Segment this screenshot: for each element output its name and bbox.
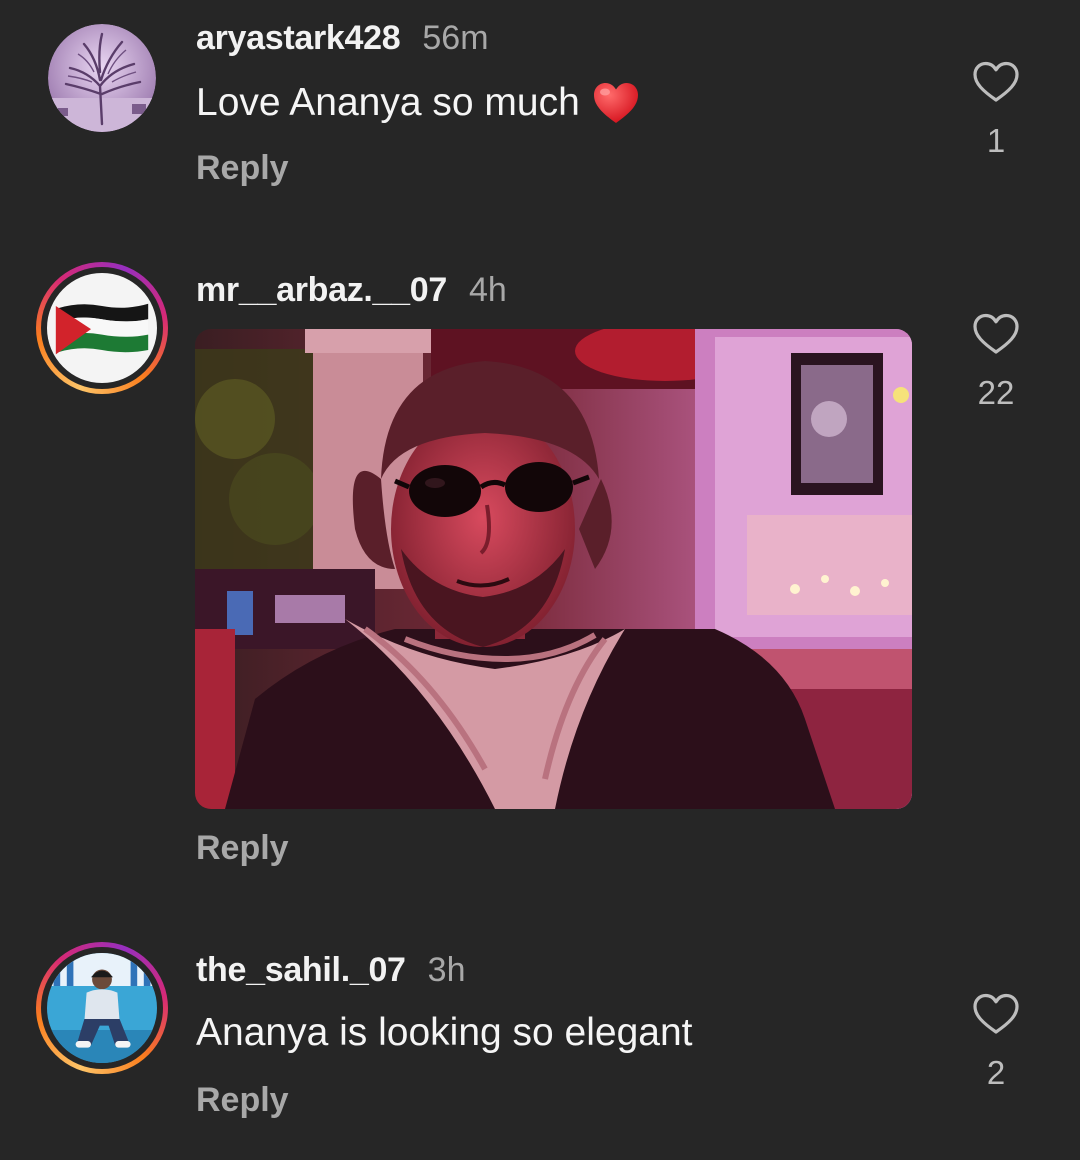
avatar[interactable] <box>48 24 156 132</box>
comment-meta: the_sahil._07 3h <box>196 950 466 990</box>
like-control: 1 <box>966 60 1026 160</box>
person-avatar-image <box>47 953 157 1063</box>
gif-attachment[interactable] <box>195 329 912 809</box>
avatar-ring-gap <box>41 267 163 389</box>
comment-text-row: Love Ananya so much <box>196 80 640 126</box>
avatar[interactable] <box>36 262 168 394</box>
comment-item: the_sahil._07 3h Ananya is looking so el… <box>0 930 1080 1160</box>
flag-avatar-image <box>47 273 157 383</box>
comment-meta: mr__arbaz.__07 4h <box>196 270 507 310</box>
like-control: 22 <box>966 312 1026 412</box>
reply-button[interactable]: Reply <box>196 148 289 188</box>
comment-text-row: Ananya is looking so elegant <box>196 1010 693 1056</box>
like-count: 1 <box>986 122 1006 159</box>
comment-text: Ananya is looking so elegant <box>196 1011 693 1054</box>
avatar-ring-gap <box>41 947 163 1069</box>
reply-button[interactable]: Reply <box>196 828 289 868</box>
comment-meta: aryastark428 56m <box>196 18 489 58</box>
heart-outline-icon[interactable] <box>972 312 1020 356</box>
comment-text: Love Ananya so much <box>196 81 580 124</box>
username[interactable]: the_sahil._07 <box>196 950 406 990</box>
like-count: 22 <box>977 374 1015 411</box>
comment-item: aryastark428 56m Love Ananya so much Rep… <box>0 0 1080 230</box>
avatar[interactable] <box>36 942 168 1074</box>
tree-avatar-image <box>48 24 156 132</box>
timestamp: 56m <box>422 19 489 57</box>
heart-outline-icon[interactable] <box>972 60 1020 104</box>
like-control: 2 <box>966 992 1026 1092</box>
comments-list: aryastark428 56m Love Ananya so much Rep… <box>0 0 1080 1160</box>
heart-emoji-icon <box>593 83 638 123</box>
heart-outline-icon[interactable] <box>972 992 1020 1036</box>
like-count: 2 <box>986 1054 1006 1091</box>
reply-button[interactable]: Reply <box>196 1080 289 1120</box>
username[interactable]: aryastark428 <box>196 18 401 58</box>
username[interactable]: mr__arbaz.__07 <box>196 270 447 310</box>
gif-image <box>195 329 912 809</box>
timestamp: 3h <box>427 951 466 989</box>
timestamp: 4h <box>468 271 507 309</box>
